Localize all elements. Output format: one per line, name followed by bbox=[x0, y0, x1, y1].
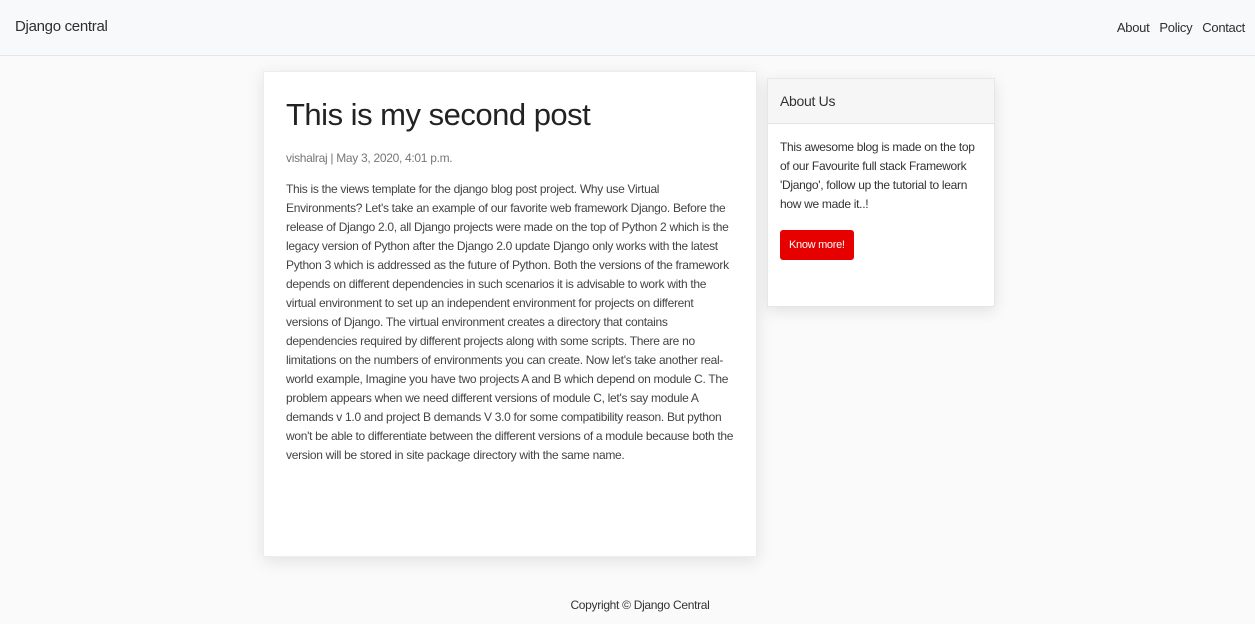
post-body: This is the views template for the djang… bbox=[286, 182, 734, 462]
nav-link-contact[interactable]: Contact bbox=[1202, 20, 1245, 35]
footer-copyright: Copyright © Django Central bbox=[570, 598, 710, 612]
top-navbar: Django central About Policy Contact bbox=[0, 0, 1255, 56]
about-us-text: This awesome blog is made on the top of … bbox=[780, 140, 975, 211]
nav-link-about[interactable]: About bbox=[1117, 20, 1150, 35]
post-title: This is my second post bbox=[286, 97, 591, 132]
know-more-button[interactable]: Know more! bbox=[780, 230, 854, 260]
about-us-title: About Us bbox=[768, 79, 994, 124]
nav-links: About Policy Contact bbox=[1117, 20, 1245, 35]
brand-link[interactable]: Django central bbox=[15, 18, 108, 35]
nav-link-policy[interactable]: Policy bbox=[1159, 20, 1192, 35]
about-us-card: About Us This awesome blog is made on th… bbox=[767, 78, 995, 307]
post-meta: vishalraj | May 3, 2020, 4:01 p.m. bbox=[286, 151, 453, 165]
about-us-body: This awesome blog is made on the top of … bbox=[768, 124, 994, 272]
post-card: This is my second post vishalraj | May 3… bbox=[263, 71, 757, 557]
